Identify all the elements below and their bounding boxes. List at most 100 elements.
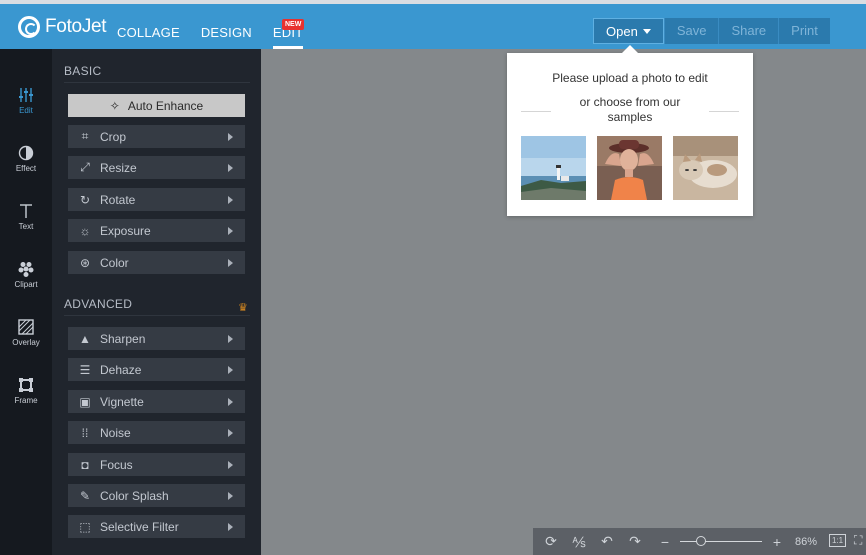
arrow-right-icon [228, 164, 233, 172]
arrow-right-icon [228, 398, 233, 406]
sample-photo-portrait[interactable] [597, 136, 662, 200]
divider [64, 315, 250, 316]
rail-item-overlay[interactable]: Overlay [0, 319, 52, 347]
focus-icon: ◘ [81, 457, 89, 472]
color-button[interactable]: ⊛ Color [68, 251, 245, 274]
lighthouse-image [521, 136, 586, 200]
arrow-right-icon [228, 492, 233, 500]
print-button[interactable]: Print [778, 18, 830, 44]
arrow-right-icon [228, 461, 233, 469]
dehaze-button[interactable]: ☰ Dehaze [68, 358, 245, 381]
tool-rail: Edit Effect Text Clipart Overlay Frame [0, 49, 52, 555]
share-button[interactable]: Share [718, 18, 779, 44]
crop-label: Crop [100, 129, 127, 144]
divider [64, 82, 250, 83]
rail-item-effect[interactable]: Effect [0, 145, 52, 173]
file-actions: Open Save Share Print [593, 18, 830, 44]
dehaze-label: Dehaze [100, 362, 142, 377]
refresh-icon[interactable]: ⟳ [537, 533, 565, 550]
nav-collage[interactable]: COLLAGE [117, 25, 180, 40]
rail-item-frame[interactable]: Frame [0, 377, 52, 405]
resize-button[interactable]: ⤢ Resize [68, 156, 245, 179]
save-button[interactable]: Save [663, 18, 719, 44]
rail-label: Overlay [12, 338, 40, 347]
rail-label: Clipart [14, 280, 38, 289]
sample-photo-cat[interactable] [673, 136, 738, 200]
focus-button[interactable]: ◘ Focus [68, 453, 245, 476]
crown-icon: ♛ [238, 302, 248, 314]
arrow-right-icon [228, 133, 233, 141]
rotate-icon: ↻ [79, 192, 91, 207]
vignette-label: Vignette [100, 394, 144, 409]
sun-icon: ☼ [79, 223, 91, 238]
frame-icon [19, 378, 33, 392]
new-badge: NEW [282, 19, 305, 30]
redo-icon[interactable]: ↷ [621, 533, 649, 550]
rail-label: Effect [15, 164, 37, 173]
rail-label: Edit [19, 106, 33, 115]
divider [709, 111, 739, 112]
selection-icon: ⬚ [79, 519, 91, 534]
zoom-level: 86% [795, 535, 818, 548]
caret-down-icon [642, 29, 651, 34]
arrow-right-icon [228, 335, 233, 343]
zoom-in-button[interactable]: + [763, 534, 791, 550]
text-icon [20, 204, 32, 218]
logo[interactable]: FotoJet [18, 16, 107, 38]
auto-enhance-button[interactable]: ✧ Auto Enhance [68, 94, 245, 117]
sample-photo-lighthouse[interactable] [521, 136, 586, 200]
triangle-icon: ▲ [79, 331, 91, 346]
exposure-label: Exposure [100, 223, 151, 238]
resize-icon: ⤢ [80, 160, 90, 174]
sharpen-button[interactable]: ▲ Sharpen [68, 327, 245, 350]
sliders-icon [19, 88, 33, 102]
dots-grid-icon: ⁞⁞ [81, 425, 89, 440]
vignette-icon: ▣ [79, 394, 91, 409]
vignette-button[interactable]: ▣ Vignette [68, 390, 245, 413]
rail-item-edit[interactable]: Edit [0, 87, 52, 115]
fullscreen-icon[interactable]: ⛶ [854, 533, 862, 548]
clipart-icon [18, 262, 34, 277]
arrow-right-icon [228, 366, 233, 374]
top-bar: FotoJet COLLAGE DESIGN EDIT NEW Open Sav… [0, 4, 866, 49]
crop-icon: ⌗ [81, 129, 89, 143]
divider [521, 111, 551, 112]
magic-wand-icon: ✧ [109, 98, 120, 113]
brush-icon: ✎ [79, 488, 91, 503]
half-circle-icon [18, 145, 34, 161]
arrow-right-icon [228, 523, 233, 531]
arrow-right-icon [228, 196, 233, 204]
actual-size-button[interactable]: 1:1 [829, 534, 847, 547]
zoom-slider-handle[interactable] [696, 536, 706, 546]
sharpen-label: Sharpen [100, 331, 146, 346]
lines-icon: ☰ [79, 362, 91, 377]
logo-icon [18, 16, 40, 38]
nav-design[interactable]: DESIGN [201, 25, 252, 40]
color-splash-button[interactable]: ✎ Color Splash [68, 484, 245, 507]
rail-item-clipart[interactable]: Clipart [0, 261, 52, 289]
color-splash-label: Color Splash [100, 488, 169, 503]
color-icon: ⊛ [79, 255, 91, 270]
rail-item-text[interactable]: Text [0, 203, 52, 231]
open-button[interactable]: Open [593, 18, 664, 44]
section-advanced-title: ADVANCED [64, 297, 133, 311]
selective-filter-button[interactable]: ⬚ Selective Filter [68, 515, 245, 538]
exposure-button[interactable]: ☼ Exposure [68, 219, 245, 242]
samples-prompt: or choose from our samples [579, 95, 681, 124]
crop-button[interactable]: ⌗ Crop [68, 125, 245, 148]
arrow-right-icon [228, 259, 233, 267]
arrow-right-icon [228, 429, 233, 437]
resize-label: Resize [100, 160, 137, 175]
selective-filter-label: Selective Filter [100, 519, 179, 534]
section-basic-title: BASIC [64, 64, 102, 78]
zoom-slider[interactable] [680, 541, 762, 542]
noise-label: Noise [100, 425, 131, 440]
rotate-button[interactable]: ↻ Rotate [68, 188, 245, 211]
portrait-image [597, 136, 662, 200]
rotate-label: Rotate [100, 192, 136, 207]
zoom-out-button[interactable]: − [651, 534, 679, 550]
cat-image [673, 136, 738, 200]
compare-icon[interactable]: ⅍ [565, 534, 593, 550]
noise-button[interactable]: ⁞⁞ Noise [68, 421, 245, 444]
undo-icon[interactable]: ↶ [593, 533, 621, 550]
